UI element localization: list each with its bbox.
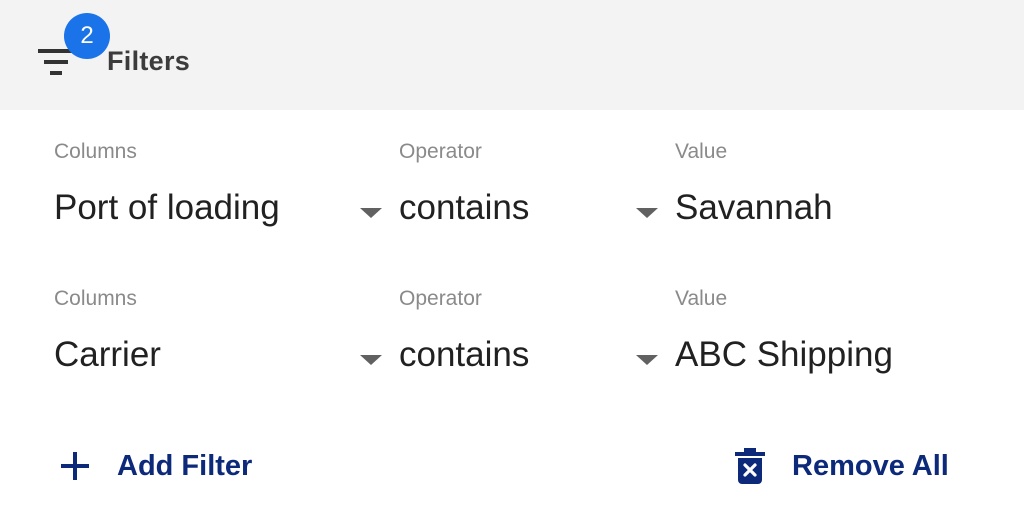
chevron-down-icon[interactable] — [360, 208, 382, 218]
operator-select[interactable]: Operator contains — [399, 275, 661, 395]
plus-icon — [61, 452, 89, 480]
operator-label: Operator — [399, 287, 482, 310]
columns-select[interactable]: Columns Carrier — [54, 275, 384, 395]
value-label: Value — [675, 287, 728, 310]
columns-select[interactable]: Columns Port of loading — [54, 128, 384, 248]
value-input[interactable]: Value ABC Shipping — [675, 275, 995, 395]
chevron-down-icon[interactable] — [360, 355, 382, 365]
value-input[interactable]: Value Savannah — [675, 128, 995, 248]
operator-value[interactable]: contains — [399, 188, 529, 228]
value-text[interactable]: Savannah — [675, 188, 833, 228]
page-title: Filters — [107, 46, 191, 76]
delete-forever-icon — [735, 448, 765, 484]
filter-row: Columns Carrier Operator contains Value … — [0, 275, 1024, 395]
remove-all-label: Remove All — [792, 449, 949, 482]
filters-header: 2 Filters — [0, 0, 1024, 110]
operator-value[interactable]: contains — [399, 335, 529, 375]
add-filter-button[interactable]: Add Filter — [58, 440, 252, 492]
value-text[interactable]: ABC Shipping — [675, 335, 893, 375]
operator-label: Operator — [399, 140, 482, 163]
columns-label: Columns — [54, 140, 137, 163]
columns-label: Columns — [54, 287, 137, 310]
filter-count-badge: 2 — [64, 13, 110, 59]
columns-value[interactable]: Port of loading — [54, 188, 280, 228]
value-label: Value — [675, 140, 728, 163]
chevron-down-icon[interactable] — [636, 355, 658, 365]
remove-all-button[interactable]: Remove All — [734, 440, 949, 492]
add-filter-label: Add Filter — [117, 449, 253, 482]
filter-row: Columns Port of loading Operator contain… — [0, 128, 1024, 248]
operator-select[interactable]: Operator contains — [399, 128, 661, 248]
columns-value[interactable]: Carrier — [54, 335, 161, 375]
chevron-down-icon[interactable] — [636, 208, 658, 218]
